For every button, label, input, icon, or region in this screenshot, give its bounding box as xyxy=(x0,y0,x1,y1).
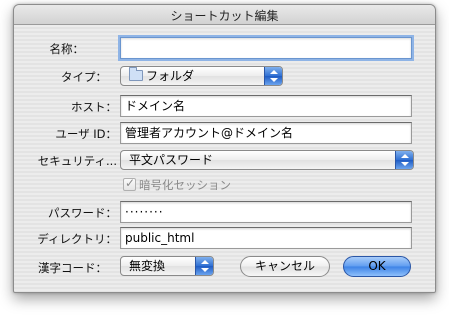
type-value: フォルダ xyxy=(146,69,195,83)
name-input[interactable] xyxy=(120,37,412,59)
user-id-input[interactable]: 管理者アカウント@ドメイン名 xyxy=(120,122,412,144)
encoding-value: 無変換 xyxy=(129,259,166,273)
host-label: ホスト： xyxy=(71,100,117,114)
ok-button[interactable]: OK xyxy=(343,256,411,277)
popup-arrows-icon xyxy=(264,67,282,85)
directory-input[interactable]: public_html xyxy=(120,227,412,249)
popup-arrows-icon xyxy=(195,257,213,275)
shortcut-edit-dialog: ショートカット編集 名称： タイプ： フォルダ ホスト： ドメイン名 ユーザ I… xyxy=(13,4,436,293)
keychain-checkbox[interactable] xyxy=(123,176,136,191)
dialog-title: ショートカット編集 xyxy=(170,9,279,23)
keychain-checkbox-row[interactable]: 暗号化セッション xyxy=(123,176,231,193)
dialog-titlebar: ショートカット編集 xyxy=(14,5,435,25)
encoding-popup[interactable]: 無変換 xyxy=(120,256,214,276)
security-value: 平文パスワード xyxy=(129,153,214,167)
user-id-label: ユーザ ID： xyxy=(55,127,117,141)
password-input[interactable]: ········ xyxy=(120,201,412,223)
host-input[interactable]: ドメイン名 xyxy=(120,95,412,117)
security-label: セキュリティ... xyxy=(37,154,117,168)
keychain-label: 暗号化セッション xyxy=(139,178,231,192)
encoding-label: 漢字コード： xyxy=(38,261,107,275)
cancel-button[interactable]: キャンセル xyxy=(240,256,330,277)
security-popup[interactable]: 平文パスワード xyxy=(120,150,414,170)
type-label: タイプ： xyxy=(61,70,107,84)
folder-icon xyxy=(129,67,143,81)
directory-label: ディレクトリ： xyxy=(37,232,117,246)
password-label: パスワード： xyxy=(48,206,117,220)
popup-arrows-icon xyxy=(395,151,413,169)
name-label: 名称： xyxy=(49,42,85,56)
type-popup[interactable]: フォルダ xyxy=(120,66,283,86)
